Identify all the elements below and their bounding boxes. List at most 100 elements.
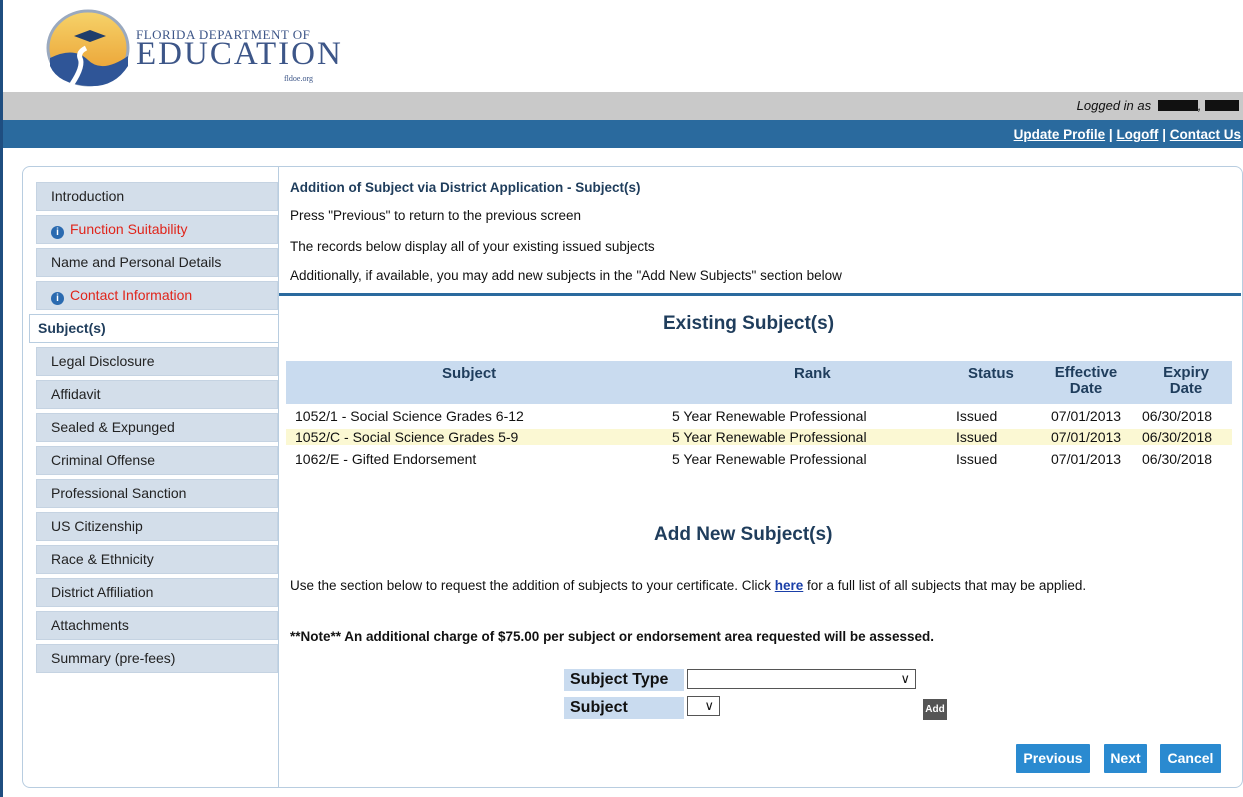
- link-separator: |: [1108, 127, 1113, 142]
- column-header-rank: Rank: [794, 365, 831, 382]
- chevron-down-icon: ∨: [900, 671, 910, 686]
- nav-item-affidavit[interactable]: Affidavit: [36, 380, 278, 409]
- logged-in-label: Logged in as: [1076, 98, 1152, 113]
- nav-item-race-ethnicity[interactable]: Race & Ethnicity: [36, 545, 278, 574]
- column-header-status: Status: [968, 365, 1014, 382]
- nav-item-summary-pre-fees[interactable]: Summary (pre-fees): [36, 644, 278, 673]
- column-header-expiry-date: Expiry Date: [1146, 365, 1226, 397]
- info-icon: i: [51, 226, 64, 239]
- link-separator: |: [1162, 127, 1166, 142]
- nav-item-label: Attachments: [51, 617, 129, 633]
- column-header-effective-line2: Date: [1069, 380, 1103, 397]
- nav-item-label: Contact Information: [70, 287, 193, 303]
- nav-item-subjects[interactable]: Subject(s): [29, 314, 278, 343]
- column-header-expiry-line1: Expiry: [1163, 364, 1209, 381]
- add-subject-button[interactable]: Add: [923, 699, 947, 720]
- nav-item-function-suitability[interactable]: i Function Suitability: [36, 215, 278, 244]
- subject-type-select[interactable]: ∨: [687, 669, 916, 689]
- existing-subjects-table-header: Subject Rank Status Effective Date Expir…: [286, 361, 1232, 404]
- chevron-down-icon: ∨: [704, 698, 714, 713]
- cancel-button[interactable]: Cancel: [1160, 744, 1221, 773]
- nav-item-legal-disclosure[interactable]: Legal Disclosure: [36, 347, 278, 376]
- wizard-nav: Introduction i Function Suitability Name …: [29, 182, 278, 677]
- nav-item-attachments[interactable]: Attachments: [36, 611, 278, 640]
- fldoe-seal-icon: [46, 9, 130, 87]
- column-header-expiry-line2: Date: [1169, 380, 1203, 397]
- column-header-subject: Subject: [442, 365, 497, 382]
- next-button[interactable]: Next: [1104, 744, 1147, 773]
- nav-item-contact-information[interactable]: i Contact Information: [36, 281, 278, 310]
- add-new-subjects-heading: Add New Subject(s): [654, 524, 833, 545]
- nav-item-sealed-expunged[interactable]: Sealed & Expunged: [36, 413, 278, 442]
- nav-item-name-personal-details[interactable]: Name and Personal Details: [36, 248, 278, 277]
- nav-item-label: Criminal Offense: [51, 452, 156, 468]
- cell-subject: 1052/1 - Social Science Grades 6-12: [295, 408, 524, 424]
- nav-item-label: Function Suitability: [70, 221, 188, 237]
- nav-item-label: District Affiliation: [51, 584, 154, 600]
- cell-status: Issued: [956, 451, 998, 467]
- update-profile-link[interactable]: Update Profile: [1014, 127, 1106, 142]
- full-subject-list-link[interactable]: here: [775, 578, 804, 593]
- cell-expiry-date: 06/30/2018: [1142, 451, 1213, 467]
- cell-expiry-date: 06/30/2018: [1142, 429, 1213, 445]
- panel-divider: [278, 166, 279, 787]
- table-row: 1052/1 - Social Science Grades 6-12 5 Ye…: [286, 408, 1232, 424]
- column-header-effective-date: Effective Date: [1050, 365, 1122, 397]
- cell-status: Issued: [956, 408, 998, 424]
- header-links-bar: Update Profile | Logoff | Contact Us: [3, 120, 1243, 148]
- logoff-link[interactable]: Logoff: [1116, 127, 1158, 142]
- existing-subjects-heading: Existing Subject(s): [663, 313, 835, 334]
- table-row: 1062/E - Gifted Endorsement 5 Year Renew…: [286, 451, 1232, 467]
- redacted-first-name: [1205, 100, 1239, 111]
- login-bar: Logged in as ,: [3, 92, 1243, 120]
- instructions-text-before: Use the section below to request the add…: [290, 578, 775, 593]
- header-links: Update Profile | Logoff | Contact Us: [1014, 127, 1241, 142]
- fee-note: **Note** An additional charge of $75.00 …: [290, 629, 934, 644]
- section-divider: [279, 293, 1241, 296]
- cell-rank: 5 Year Renewable Professional: [672, 408, 867, 424]
- name-separator: ,: [1197, 98, 1202, 113]
- nav-item-district-affiliation[interactable]: District Affiliation: [36, 578, 278, 607]
- add-subjects-instructions: Use the section below to request the add…: [290, 578, 1086, 593]
- nav-item-label: Sealed & Expunged: [51, 419, 175, 435]
- cell-effective-date: 07/01/2013: [1051, 408, 1122, 424]
- page-title: Addition of Subject via District Applica…: [290, 180, 641, 195]
- nav-item-label: Summary (pre-fees): [51, 650, 176, 666]
- cell-subject: 1052/C - Social Science Grades 5-9: [295, 429, 519, 445]
- cell-expiry-date: 06/30/2018: [1142, 408, 1213, 424]
- subject-select[interactable]: ∨: [687, 696, 720, 716]
- nav-item-label: Professional Sanction: [51, 485, 187, 501]
- subject-label: Subject: [564, 697, 684, 719]
- nav-item-introduction[interactable]: Introduction: [36, 182, 278, 211]
- cell-status: Issued: [956, 429, 998, 445]
- brand-site: fldoe.org: [284, 74, 313, 83]
- subject-type-label: Subject Type: [564, 669, 684, 691]
- nav-item-label: US Citizenship: [51, 518, 143, 534]
- nav-item-label: Name and Personal Details: [51, 254, 222, 270]
- nav-item-label: Affidavit: [51, 386, 101, 402]
- nav-item-us-citizenship[interactable]: US Citizenship: [36, 512, 278, 541]
- nav-item-label: Legal Disclosure: [51, 353, 155, 369]
- nav-item-label: Subject(s): [38, 320, 106, 336]
- cell-effective-date: 07/01/2013: [1051, 451, 1122, 467]
- cell-subject: 1062/E - Gifted Endorsement: [295, 451, 477, 467]
- nav-item-label: Introduction: [51, 188, 125, 204]
- nav-item-professional-sanction[interactable]: Professional Sanction: [36, 479, 278, 508]
- instructions-text-after: for a full list of all subjects that may…: [803, 578, 1087, 593]
- redacted-last-name: [1157, 100, 1198, 111]
- previous-button[interactable]: Previous: [1016, 744, 1090, 773]
- intro-line-previous: Press "Previous" to return to the previo…: [290, 208, 581, 223]
- cell-effective-date: 07/01/2013: [1051, 429, 1122, 445]
- intro-line-existing: The records below display all of your ex…: [290, 239, 655, 254]
- info-icon: i: [51, 292, 64, 305]
- nav-item-label: Race & Ethnicity: [51, 551, 154, 567]
- contact-us-link[interactable]: Contact Us: [1170, 127, 1241, 142]
- table-row: 1052/C - Social Science Grades 5-9 5 Yea…: [286, 429, 1232, 445]
- cell-rank: 5 Year Renewable Professional: [672, 429, 867, 445]
- logged-in-status: Logged in as ,: [1077, 98, 1239, 113]
- intro-line-additional: Additionally, if available, you may add …: [290, 268, 842, 283]
- brand-line-2: EDUCATION: [136, 36, 343, 72]
- cell-rank: 5 Year Renewable Professional: [672, 451, 867, 467]
- fldoe-logo[interactable]: FLORIDA DEPARTMENT OF EDUCATION fldoe.or…: [44, 6, 344, 88]
- nav-item-criminal-offense[interactable]: Criminal Offense: [36, 446, 278, 475]
